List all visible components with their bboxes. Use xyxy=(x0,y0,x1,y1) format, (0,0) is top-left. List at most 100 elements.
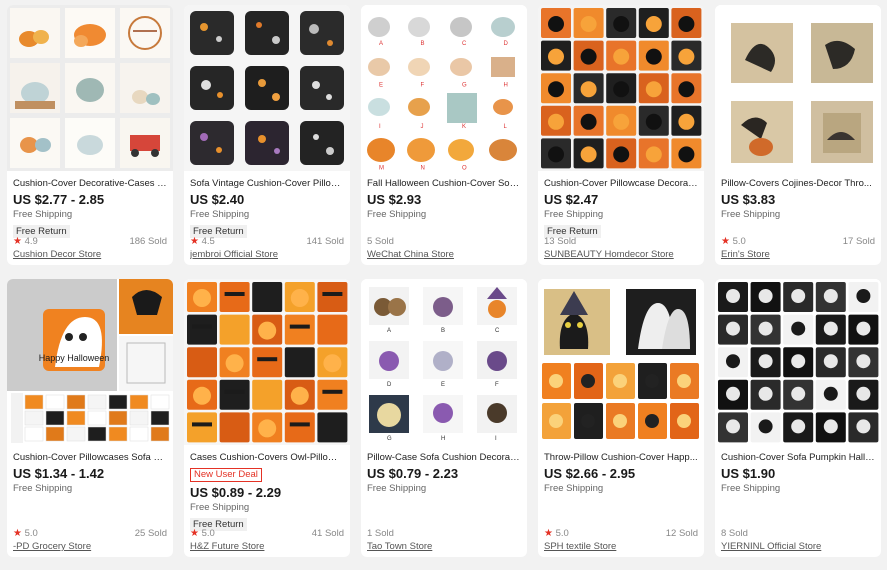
variant-letter: E xyxy=(379,83,383,89)
product-card[interactable]: Cushion-Cover Pillowcase Decorati... US … xyxy=(538,5,704,265)
product-card[interactable]: Throw-Pillow Cushion-Cover Happ... US $2… xyxy=(538,279,704,557)
store-link[interactable]: Tao Town Store xyxy=(367,540,521,553)
product-price: US $1.34 - 1.42 xyxy=(13,466,105,481)
shipping-label: Free Shipping xyxy=(721,483,781,494)
rating: ★ 5.0 xyxy=(13,527,38,540)
rating: ★ 5.0 xyxy=(190,527,215,540)
store-link[interactable]: YIERNINL Official Store xyxy=(721,540,875,553)
shipping-label: Free Shipping xyxy=(190,209,250,220)
sold-count: 41 Sold xyxy=(311,528,344,539)
star-icon: ★ xyxy=(13,236,22,247)
product-price: US $2.93 xyxy=(367,192,422,207)
product-price: US $2.77 - 2.85 xyxy=(13,192,105,207)
product-image[interactable] xyxy=(538,5,704,171)
store-link[interactable]: SUNBEAUTY Homdecor Store xyxy=(544,248,698,261)
sold-count: 25 Sold xyxy=(134,528,167,539)
product-card[interactable]: Sofa Vintage Cushion-Cover Pillow-... US… xyxy=(184,5,350,265)
product-image[interactable] xyxy=(7,5,173,171)
product-price: US $0.89 - 2.29 xyxy=(190,485,282,500)
sold-count: 186 Sold xyxy=(129,236,167,247)
variant-letter: H xyxy=(441,436,445,442)
product-image[interactable] xyxy=(715,279,881,445)
star-icon: ★ xyxy=(13,528,22,539)
product-title[interactable]: Cushion-Cover Pillowcases Sofa Pu... xyxy=(13,451,167,464)
product-title[interactable]: Cases Cushion-Covers Owl-Pillow S... xyxy=(190,451,344,464)
product-image[interactable]: ABCDEFGHI xyxy=(361,279,527,445)
star-icon: ★ xyxy=(190,528,199,539)
rating-value: 5.0 xyxy=(555,528,569,539)
product-card[interactable]: Cushion-Cover Sofa Pumpkin Hallo... US $… xyxy=(715,279,881,557)
product-card[interactable]: ABCDEFGHI Pillow-Case Sofa Cushion Decor… xyxy=(361,279,527,557)
sold-count: 12 Sold xyxy=(665,528,698,539)
store-link[interactable]: SPH textile Store xyxy=(544,540,698,553)
variant-letter: M xyxy=(379,166,384,172)
product-title[interactable]: Sofa Vintage Cushion-Cover Pillow-... xyxy=(190,177,344,190)
product-price: US $0.79 - 2.23 xyxy=(367,466,459,481)
variant-letter: H xyxy=(504,83,508,89)
product-title[interactable]: Cushion-Cover Sofa Pumpkin Hallo... xyxy=(721,451,875,464)
variant-letter: F xyxy=(495,382,499,388)
variant-letter: C xyxy=(462,41,467,47)
rating-value: 5.0 xyxy=(201,528,215,539)
product-card[interactable]: Cushion-Cover Decorative-Cases P... US $… xyxy=(7,5,173,265)
variant-letter: B xyxy=(441,328,445,334)
shipping-label: Free Shipping xyxy=(544,483,604,494)
variant-letter: B xyxy=(421,41,425,47)
rating-value: 5.0 xyxy=(24,528,38,539)
star-icon: ★ xyxy=(544,528,553,539)
store-link[interactable]: jembroi Official Store xyxy=(190,248,344,261)
product-card[interactable]: Cases Cushion-Covers Owl-Pillow S... New… xyxy=(184,279,350,557)
product-title[interactable]: Pillow-Covers Cojines-Decor Thro... xyxy=(721,177,875,190)
product-price: US $1.90 xyxy=(721,466,776,481)
product-image[interactable] xyxy=(184,5,350,171)
variant-letter: C xyxy=(495,328,500,334)
shipping-label: Free Shipping xyxy=(13,209,73,220)
pillow-text: Happy Halloween xyxy=(39,353,110,363)
sold-count: 1 Sold xyxy=(367,528,394,539)
product-title[interactable]: Throw-Pillow Cushion-Cover Happ... xyxy=(544,451,698,464)
product-price: US $3.83 xyxy=(721,192,776,207)
shipping-label: Free Shipping xyxy=(544,209,604,220)
variant-letter: G xyxy=(387,436,392,442)
variant-letter: J xyxy=(421,124,424,130)
sold-count: 141 Sold xyxy=(306,236,344,247)
product-image[interactable]: Happy Halloween xyxy=(7,279,173,445)
new-user-deal-badge: New User Deal xyxy=(190,468,262,482)
star-icon: ★ xyxy=(190,236,199,247)
product-title[interactable]: Fall Halloween Cushion-Cover Sofa-... xyxy=(367,177,521,190)
sold-count: 13 Sold xyxy=(544,236,577,247)
product-title[interactable]: Pillow-Case Sofa Cushion Decoratif... xyxy=(367,451,521,464)
product-image[interactable] xyxy=(184,279,350,445)
product-title[interactable]: Cushion-Cover Pillowcase Decorati... xyxy=(544,177,698,190)
shipping-label: Free Shipping xyxy=(190,502,250,513)
store-link[interactable]: WeChat China Store xyxy=(367,248,521,261)
star-icon: ★ xyxy=(721,236,730,247)
sold-count: 5 Sold xyxy=(367,236,394,247)
rating-value: 4.5 xyxy=(201,236,215,247)
product-price: US $2.40 xyxy=(190,192,245,207)
store-link[interactable]: H&Z Future Store xyxy=(190,540,344,553)
rating-value: 5.0 xyxy=(732,236,746,247)
product-image[interactable] xyxy=(538,279,704,445)
variant-letter: A xyxy=(379,41,383,47)
variant-letter: E xyxy=(441,382,445,388)
rating-value: 4.9 xyxy=(24,236,38,247)
sold-count: 17 Sold xyxy=(842,236,875,247)
product-card[interactable]: Happy Halloween Cushion-Cover Pillowcase… xyxy=(7,279,173,557)
store-link[interactable]: Erin's Store xyxy=(721,248,875,261)
variant-letter: F xyxy=(421,83,425,89)
product-card[interactable]: Pillow-Covers Cojines-Decor Thro... US $… xyxy=(715,5,881,265)
product-image[interactable]: ABCDEFGHIJKLMNO xyxy=(361,5,527,171)
product-title[interactable]: Cushion-Cover Decorative-Cases P... xyxy=(13,177,167,190)
store-link[interactable]: -PD Grocery Store xyxy=(13,540,167,553)
variant-letter: N xyxy=(421,166,425,172)
rating: ★ 4.9 xyxy=(13,235,38,248)
variant-letter: K xyxy=(462,124,466,130)
store-link[interactable]: Cushion Decor Store xyxy=(13,248,167,261)
product-grid: Cushion-Cover Decorative-Cases P... US $… xyxy=(0,0,887,570)
shipping-label: Free Shipping xyxy=(13,483,73,494)
variant-letter: D xyxy=(504,41,509,47)
variant-letter: O xyxy=(462,166,467,172)
product-card[interactable]: ABCDEFGHIJKLMNO Fall Halloween Cushion-C… xyxy=(361,5,527,265)
product-image[interactable] xyxy=(715,5,881,171)
